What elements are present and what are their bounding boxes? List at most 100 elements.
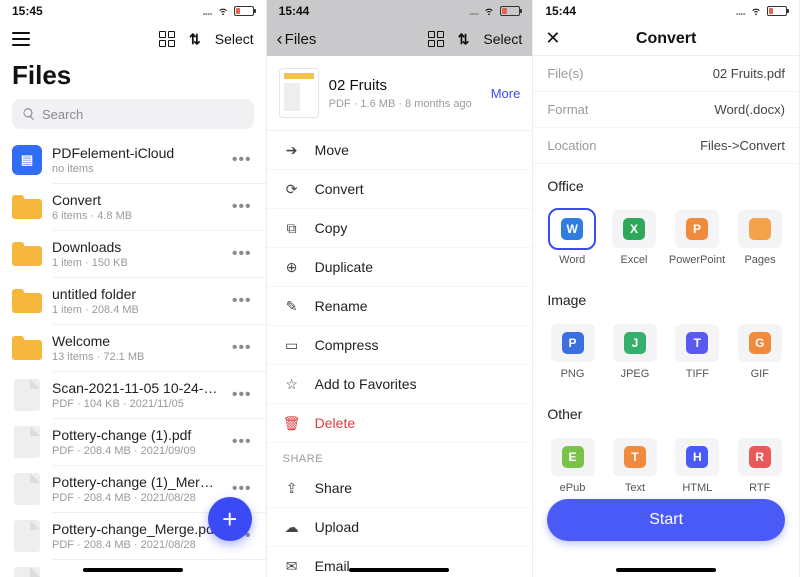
info-row: File(s)02 Fruits.pdf [533,56,799,92]
grid-view-icon[interactable] [159,31,175,47]
file-meta: 1 item · 208.4 MB [52,304,220,316]
action-favorite[interactable]: ☆Add to Favorites [267,365,533,404]
status-time: 15:45 [12,4,43,18]
more-icon[interactable]: ••• [230,245,254,263]
image-grid: PPNGJJPEGTTIFFGGIF [533,314,799,392]
file-name: untitled folder [52,286,220,302]
info-key: File(s) [547,66,583,81]
action-rename[interactable]: ✎Rename [267,287,533,326]
sort-icon[interactable]: ⇅ [189,31,201,48]
info-row: LocationFiles->Convert [533,128,799,164]
sort-icon[interactable]: ⇅ [458,31,470,48]
format-word[interactable]: WWord [543,204,601,272]
format-pages[interactable]: Pages [731,204,789,272]
format-label: Word [559,254,585,266]
file-meta: 6 items · 4.8 MB [52,210,220,222]
close-button[interactable]: ✕ [545,28,560,49]
file-name: PDFelement-iCloud [52,145,220,161]
file-row[interactable]: Pottery-change (1).pdf PDF · 208.4 MB · … [0,419,266,465]
rename-icon: ✎ [283,297,301,315]
format-label: PNG [561,368,585,380]
page-title: Files [0,56,266,99]
chevron-left-icon: ‹ [277,29,283,50]
format-label: PowerPoint [669,254,725,266]
upload-icon: ☁ [283,518,301,536]
signal-icon: .... [202,4,211,18]
folder-icon [12,336,42,360]
battery-icon [500,6,520,16]
navbar: ✕ Convert [533,22,799,56]
menu-icon[interactable] [12,32,30,46]
file-row[interactable]: Downloads 1 item · 150 KB ••• [0,231,266,277]
more-icon[interactable]: ••• [230,386,254,404]
more-icon[interactable]: ••• [230,433,254,451]
search-icon [22,107,36,121]
format-powerpoint[interactable]: PPowerPoint [667,204,727,272]
action-copy[interactable]: ⧉Copy [267,209,533,248]
file-meta: PDF · 208.4 MB · 2021/08/28 [52,539,220,551]
format-html[interactable]: HHTML [668,432,726,500]
action-label: Add to Favorites [315,376,417,392]
more-icon[interactable]: ••• [230,480,254,498]
format-gif[interactable]: GGIF [731,318,789,386]
more-icon[interactable]: ••• [230,292,254,310]
action-email[interactable]: ✉Email [267,547,533,577]
back-button[interactable]: ‹ Files [277,29,317,50]
file-meta: PDF · 208.4 MB · 2021/09/09 [52,445,220,457]
duplicate-icon: ⊕ [283,258,301,276]
action-label: Share [315,480,352,496]
grid-view-icon[interactable] [428,31,444,47]
file-icon [14,426,40,458]
actions-list: ➔Move⟳Convert⧉Copy ⊕ Duplicate ✎Rename▭Comp… [267,131,533,443]
add-button[interactable]: + [208,497,252,541]
more-button[interactable]: More [491,86,521,101]
wifi-icon [216,6,230,16]
status-time: 15:44 [545,4,576,18]
action-convert[interactable]: ⟳Convert [267,170,533,209]
search-input[interactable]: Search [12,99,254,129]
format-label: JPEG [621,368,650,380]
file-icon [14,520,40,552]
action-compress[interactable]: ▭Compress [267,326,533,365]
action-upload[interactable]: ☁Upload [267,508,533,547]
format-png[interactable]: PPNG [543,318,601,386]
action-delete[interactable]: 🗑Delete [267,404,533,443]
convert-icon: ⟳ [283,180,301,198]
info-value: Word(.docx) [714,102,785,117]
select-button[interactable]: Select [483,31,522,47]
format-label: TIFF [686,368,709,380]
file-row[interactable]: untitled folder 1 item · 208.4 MB ••• [0,278,266,324]
format-jpeg[interactable]: JJPEG [606,318,664,386]
share-section-label: SHARE [267,443,533,469]
format-label: RTF [749,482,770,494]
select-button[interactable]: Select [215,31,254,47]
file-row[interactable]: ▤ PDFelement-iCloud no items ••• [0,137,266,183]
info-key: Format [547,102,588,117]
other-grid: EePubTTextHHTMLRRTF [533,428,799,506]
file-meta: PDF · 208.4 MB · 2021/08/28 [52,492,220,504]
file-row[interactable]: Convert 6 items · 4.8 MB ••• [0,184,266,230]
info-value: Files->Convert [700,138,785,153]
format-tiff[interactable]: TTIFF [668,318,726,386]
format-label: ePub [560,482,586,494]
navbar: ‹ Files ⇅ Select [267,22,533,56]
file-row[interactable]: Welcome 13 items · 72.1 MB ••• [0,325,266,371]
file-name: Pottery-change (1)_Merge.pdf [52,474,220,490]
action-duplicate[interactable]: ⊕ Duplicate [267,248,533,287]
more-icon[interactable]: ••• [230,151,254,169]
action-label: Duplicate [315,259,373,275]
format-excel[interactable]: XExcel [605,204,663,272]
more-icon[interactable]: ••• [230,198,254,216]
action-share[interactable]: ⇪ Share [267,469,533,508]
office-section-title: Office [533,164,799,200]
action-move[interactable]: ➔Move [267,131,533,170]
format-text[interactable]: TText [606,432,664,500]
share-icon: ⇪ [283,479,301,497]
file-name: Convert [52,192,220,208]
file-row[interactable]: Scan-2021-11-05 10-24-37.pdf PDF · 104 K… [0,372,266,418]
more-icon[interactable]: ••• [230,339,254,357]
start-button[interactable]: Start [547,499,785,541]
format-rtf[interactable]: RRTF [731,432,789,500]
format-epub[interactable]: EePub [543,432,601,500]
convert-pane: 15:44 .... ✕ Convert File(s)02 Fruits.pd… [533,0,800,577]
